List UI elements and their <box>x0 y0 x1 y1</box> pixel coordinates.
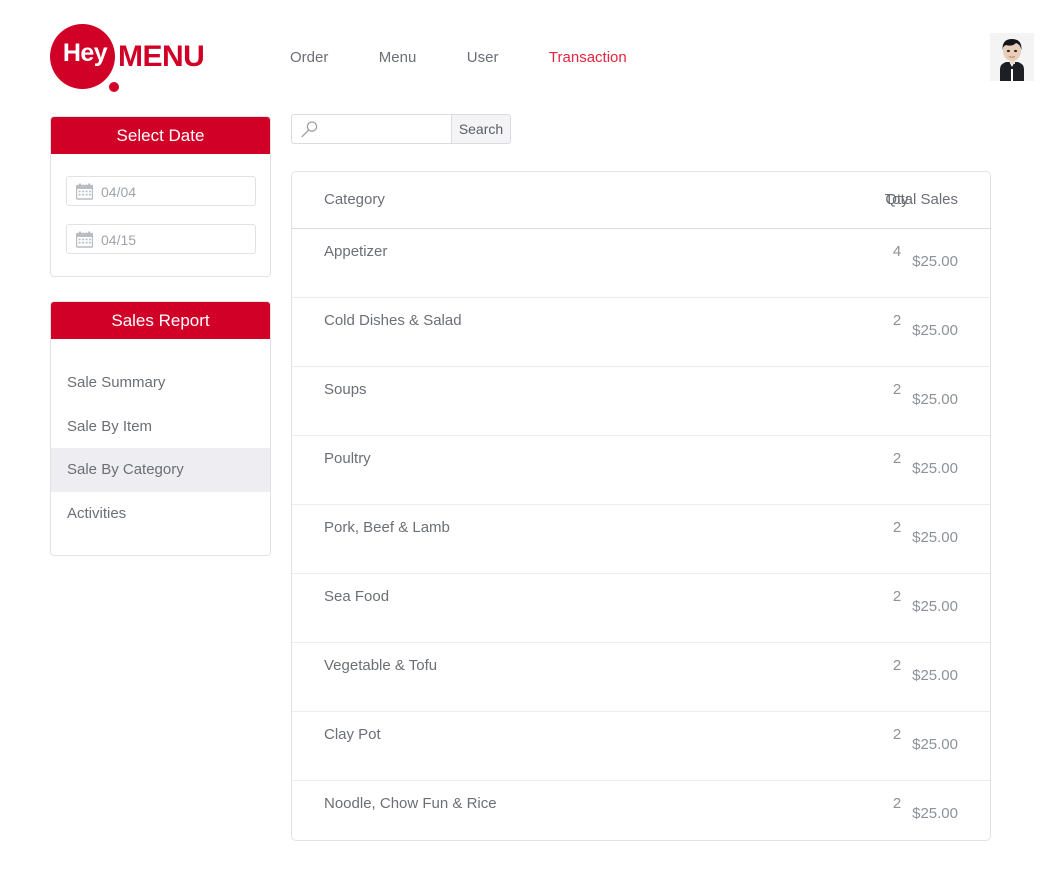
nav-item-order[interactable]: Order <box>290 44 328 72</box>
table-row[interactable]: Poultry 2 $25.00 <box>292 436 990 505</box>
sales-report-title: Sales Report <box>51 302 270 339</box>
cell-total-sales: $25.00 <box>912 460 958 477</box>
sidebar-item-sale-summary[interactable]: Sale Summary <box>51 361 270 405</box>
cell-category: Sea Food <box>324 588 390 605</box>
logo-dot <box>109 82 119 92</box>
cell-category: Noodle, Chow Fun & Rice <box>324 795 497 812</box>
cell-category: Vegetable & Tofu <box>324 657 438 674</box>
cell-total-sales: $25.00 <box>912 667 958 684</box>
main-navigation: Order Menu User Transaction <box>290 44 673 72</box>
select-date-title: Select Date <box>51 117 270 154</box>
page-header: Hey MENU Order Menu User Transaction Aar… <box>0 0 1042 104</box>
calendar-icon <box>75 231 94 248</box>
table-row[interactable]: Noodle, Chow Fun & Rice 2 $25.00 <box>292 781 990 840</box>
cell-category: Soups <box>324 381 367 398</box>
cell-total-sales: $25.00 <box>912 391 958 408</box>
cell-total-sales: $25.00 <box>912 598 958 615</box>
table-row[interactable]: Appetizer 4 $25.00 <box>292 229 990 298</box>
search-input-wrapper[interactable] <box>291 114 451 144</box>
brand-logo[interactable]: Hey MENU <box>50 24 250 92</box>
logo-hey-text: Hey <box>62 39 108 67</box>
cell-category: Clay Pot <box>324 726 381 743</box>
cell-total-sales: $25.00 <box>912 805 958 822</box>
avatar[interactable] <box>990 33 1034 81</box>
logo-menu-text: MENU <box>118 40 205 73</box>
sidebar-item-sale-by-category[interactable]: Sale By Category <box>51 448 270 492</box>
date-from-field[interactable]: 04/04 <box>66 176 256 206</box>
table-row[interactable]: Vegetable & Tofu 2 $25.00 <box>292 643 990 712</box>
nav-item-menu[interactable]: Menu <box>379 44 417 72</box>
cell-total-sales: $25.00 <box>912 322 958 339</box>
calendar-icon <box>75 183 94 200</box>
table-row[interactable]: Sea Food 2 $25.00 <box>292 574 990 643</box>
nav-item-user[interactable]: User <box>467 44 499 72</box>
sidebar-item-activities[interactable]: Activities <box>51 492 270 536</box>
search-icon <box>300 120 319 139</box>
sales-report-panel: Sales Report Sale Summary Sale By Item S… <box>50 301 271 556</box>
sidebar-item-sale-by-item[interactable]: Sale By Item <box>51 405 270 449</box>
sales-by-category-table: Category Qty Total Sales Appetizer 4 $25.0… <box>291 171 991 841</box>
cell-category: Cold Dishes & Salad <box>324 312 462 329</box>
cell-total-sales: $25.00 <box>912 253 958 270</box>
search-input[interactable] <box>323 115 449 143</box>
column-header-category[interactable]: Category <box>324 172 385 228</box>
table-row[interactable]: Pork, Beef & Lamb 2 $25.00 <box>292 505 990 574</box>
cell-total-sales: $25.00 <box>912 736 958 753</box>
table-row[interactable]: Clay Pot 2 $25.00 <box>292 712 990 781</box>
column-header-total-sales[interactable]: Total Sales <box>885 172 958 228</box>
cell-category: Appetizer <box>324 243 388 260</box>
table-row[interactable]: Cold Dishes & Salad 2 $25.00 <box>292 298 990 367</box>
cell-total-sales: $25.00 <box>912 529 958 546</box>
table-row[interactable]: Soups 2 $25.00 <box>292 367 990 436</box>
select-date-panel: Select Date 04/04 04/15 <box>50 116 271 277</box>
nav-item-transaction[interactable]: Transaction <box>549 44 627 72</box>
date-to-value: 04/15 <box>101 232 137 248</box>
table-header-row: Category Qty Total Sales <box>292 172 990 228</box>
search-button[interactable]: Search <box>451 114 511 144</box>
date-from-value: 04/04 <box>101 184 137 200</box>
date-to-field[interactable]: 04/15 <box>66 224 256 254</box>
cell-category: Pork, Beef & Lamb <box>324 519 450 536</box>
cell-category: Poultry <box>324 450 371 467</box>
